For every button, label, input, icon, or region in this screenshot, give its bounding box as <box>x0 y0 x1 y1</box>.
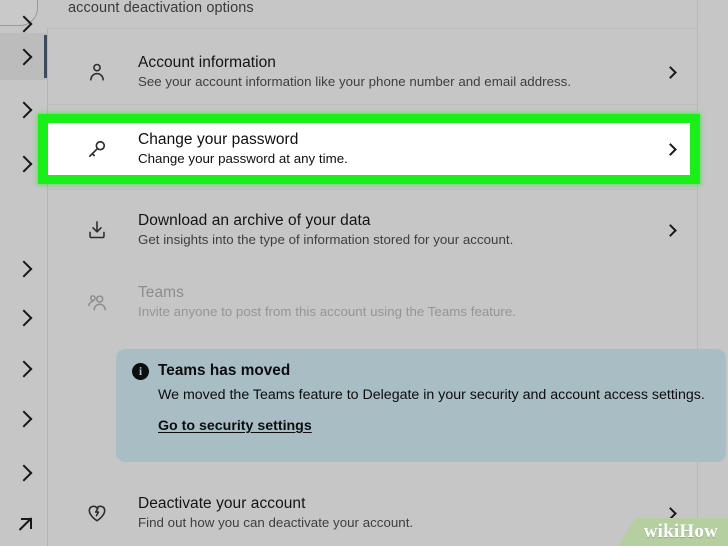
sidebar-item-9[interactable] <box>0 449 47 496</box>
settings-row-teams: Teams Invite anyone to post from this ac… <box>48 278 697 326</box>
left-nav-rail <box>0 0 47 546</box>
chevron-right-icon <box>15 155 32 172</box>
chevron-right-icon[interactable] <box>655 65 677 79</box>
row-title: Deactivate your account <box>138 495 306 512</box>
banner-body-text: We moved the Teams feature to Delegate i… <box>158 387 705 403</box>
chevron-right-icon <box>15 360 32 377</box>
divider-after-password <box>48 189 697 190</box>
chevron-right-icon[interactable] <box>655 223 677 237</box>
divider-top <box>48 28 697 29</box>
settings-row-change-password[interactable]: Change your password Change your passwor… <box>48 124 697 174</box>
app-root: account deactivation options Account inf… <box>0 0 728 546</box>
right-edge-divider <box>697 0 698 546</box>
row-text-block: Deactivate your account Find out how you… <box>112 494 655 532</box>
broken-heart-icon <box>82 502 112 524</box>
watermark-suffix: How <box>679 521 718 542</box>
chevron-right-icon <box>15 309 32 326</box>
row-subtitle: Invite anyone to post from this account … <box>138 304 516 319</box>
row-text-block: Teams Invite anyone to post from this ac… <box>112 283 655 321</box>
chevron-right-icon <box>15 410 32 427</box>
watermark-prefix: wiki <box>643 521 680 542</box>
row-subtitle: Change your password at any time. <box>138 151 348 166</box>
info-circle-icon: i <box>132 362 149 380</box>
arrow-up-right-icon <box>17 517 32 531</box>
sidebar-item-5[interactable] <box>0 245 47 292</box>
banner-header: i Teams has moved <box>132 362 708 380</box>
sidebar-item-7[interactable] <box>0 345 47 392</box>
settings-row-download-archive[interactable]: Download an archive of your data Get ins… <box>48 206 697 254</box>
row-text-block: Account information See your account inf… <box>112 53 655 91</box>
person-icon <box>82 61 112 83</box>
wikihow-watermark: wikiHow <box>617 518 728 546</box>
row-title: Account information <box>138 54 276 71</box>
settings-content: account deactivation options Account inf… <box>48 0 726 546</box>
watermark-text: wikiHow <box>644 521 718 543</box>
row-subtitle: See your account information like your p… <box>138 74 572 89</box>
people-icon <box>82 291 112 314</box>
sidebar-item-external-link[interactable] <box>0 500 47 546</box>
row-title: Change your password <box>138 131 299 148</box>
row-title: Teams <box>138 284 184 301</box>
teams-moved-banner: i Teams has moved We moved the Teams fea… <box>116 349 726 462</box>
download-icon <box>82 219 112 241</box>
key-icon <box>82 138 112 160</box>
sidebar-item-4[interactable] <box>0 0 47 47</box>
row-text-block: Download an archive of your data Get ins… <box>112 211 655 249</box>
row-subtitle: Find out how you can deactivate your acc… <box>138 515 414 530</box>
go-to-security-settings-link[interactable]: Go to security settings <box>158 418 312 434</box>
sidebar-item-6[interactable] <box>0 294 47 341</box>
chevron-right-icon <box>15 15 32 32</box>
banner-title: Teams has moved <box>158 362 291 379</box>
row-subtitle: Get insights into the type of informatio… <box>138 232 514 247</box>
chevron-right-icon[interactable] <box>655 142 677 156</box>
sidebar-item-8[interactable] <box>0 395 47 442</box>
chevron-right-icon <box>15 101 32 118</box>
chevron-right-icon <box>15 260 32 277</box>
divider-after-account-info <box>48 104 697 105</box>
chevron-right-icon <box>15 48 32 65</box>
chevron-right-icon <box>15 464 32 481</box>
row-text-block: Change your password Change your passwor… <box>112 130 655 168</box>
row-title: Download an archive of your data <box>138 212 371 229</box>
partial-heading-text: account deactivation options <box>68 0 254 16</box>
settings-row-account-information[interactable]: Account information See your account inf… <box>48 48 697 96</box>
settings-row-deactivate-account[interactable]: Deactivate your account Find out how you… <box>48 489 697 537</box>
chevron-right-icon[interactable] <box>655 506 677 520</box>
